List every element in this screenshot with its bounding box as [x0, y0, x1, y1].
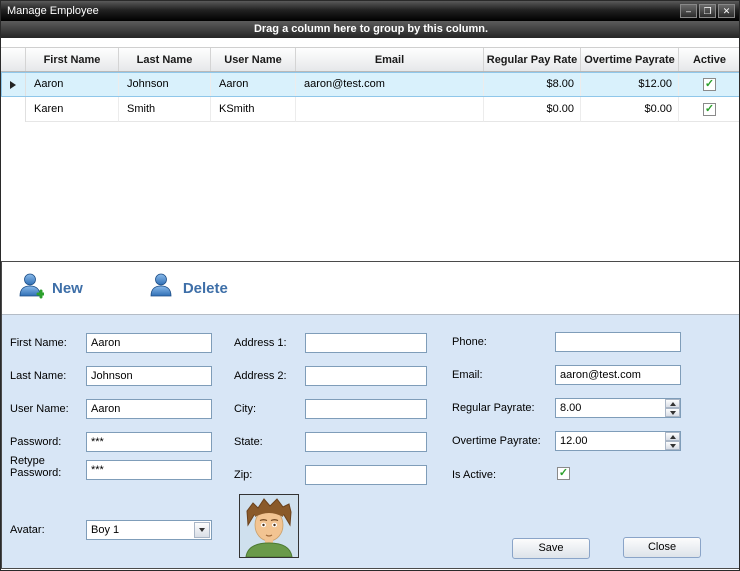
overtime-payrate-stepper — [555, 431, 681, 451]
column-header-email[interactable]: Email — [296, 48, 484, 71]
maximize-button[interactable]: ❐ — [699, 4, 716, 18]
user-name-field[interactable] — [86, 399, 212, 419]
state-field[interactable] — [305, 432, 427, 452]
state-label: State: — [234, 436, 263, 448]
retype-password-label: Retype Password: — [10, 455, 68, 479]
row-indicator — [1, 72, 26, 97]
column-header-user-name[interactable]: User Name — [211, 48, 296, 71]
spin-up-icon[interactable] — [665, 432, 680, 441]
address2-field[interactable] — [305, 366, 427, 386]
avatar-label: Avatar: — [10, 524, 45, 536]
row-indicator — [1, 97, 26, 122]
cell-user-name: Aaron — [211, 72, 296, 97]
city-label: City: — [234, 403, 256, 415]
active-checkbox[interactable] — [703, 103, 716, 116]
save-button[interactable]: Save — [512, 538, 590, 559]
cell-first-name: Karen — [26, 97, 119, 122]
email-label: Email: — [452, 369, 483, 381]
zip-field[interactable] — [305, 465, 427, 485]
password-label: Password: — [10, 436, 61, 448]
address1-field[interactable] — [305, 333, 427, 353]
new-button[interactable]: New — [18, 272, 83, 305]
table-row[interactable]: Karen Smith KSmith $0.00 $0.00 — [1, 97, 740, 122]
close-button[interactable]: ✕ — [718, 4, 735, 18]
column-header-last-name[interactable]: Last Name — [119, 48, 211, 71]
cell-active — [679, 72, 740, 97]
column-header-active[interactable]: Active — [679, 48, 740, 71]
last-name-field[interactable] — [86, 366, 212, 386]
cell-user-name: KSmith — [211, 97, 296, 122]
retype-password-field[interactable] — [86, 460, 212, 480]
cell-first-name: Aaron — [26, 72, 119, 97]
avatar-dropdown[interactable]: Boy 1 — [86, 520, 212, 540]
toolbar: New Delete — [2, 262, 740, 315]
spinner — [665, 399, 680, 417]
active-checkbox[interactable] — [703, 78, 716, 91]
delete-employee-icon — [149, 272, 175, 305]
delete-button-label: Delete — [183, 280, 228, 297]
selected-row-arrow-icon — [10, 81, 16, 89]
avatar-dropdown-value: Boy 1 — [91, 524, 119, 536]
window-controls: – ❐ ✕ — [680, 4, 735, 18]
new-button-label: New — [52, 280, 83, 297]
email-field[interactable] — [555, 365, 681, 385]
last-name-label: Last Name: — [10, 370, 66, 382]
spin-down-icon[interactable] — [665, 408, 680, 417]
cell-overtime-payrate: $12.00 — [581, 72, 679, 97]
address1-label: Address 1: — [234, 337, 287, 349]
cell-email — [296, 97, 484, 122]
spin-up-icon[interactable] — [665, 399, 680, 408]
minimize-button[interactable]: – — [680, 4, 697, 18]
city-field[interactable] — [305, 399, 427, 419]
cell-last-name: Smith — [119, 97, 211, 122]
first-name-label: First Name: — [10, 337, 67, 349]
regular-payrate-field[interactable] — [555, 398, 681, 418]
overtime-payrate-field[interactable] — [555, 431, 681, 451]
group-by-bar[interactable]: Drag a column here to group by this colu… — [1, 21, 740, 38]
manage-employee-window: Manage Employee – ❐ ✕ Drag a column here… — [0, 0, 740, 571]
close-button[interactable]: Close — [623, 537, 701, 558]
column-header-regular-pay-rate[interactable]: Regular Pay Rate — [484, 48, 581, 71]
zip-label: Zip: — [234, 469, 252, 481]
first-name-field[interactable] — [86, 333, 212, 353]
password-field[interactable] — [86, 432, 212, 452]
cell-email: aaron@test.com — [296, 72, 484, 97]
new-employee-icon — [18, 272, 44, 305]
address2-label: Address 2: — [234, 370, 287, 382]
delete-button[interactable]: Delete — [149, 272, 228, 305]
phone-label: Phone: — [452, 336, 487, 348]
regular-payrate-label: Regular Payrate: — [452, 402, 535, 414]
cell-regular-pay-rate: $0.00 — [484, 97, 581, 122]
header-gutter — [1, 48, 26, 71]
cell-regular-pay-rate: $8.00 — [484, 72, 581, 97]
regular-payrate-stepper — [555, 398, 681, 418]
user-name-label: User Name: — [10, 403, 69, 415]
is-active-label: Is Active: — [452, 469, 496, 481]
cell-overtime-payrate: $0.00 — [581, 97, 679, 122]
table-row-selected[interactable]: Aaron Johnson Aaron aaron@test.com $8.00… — [1, 72, 740, 97]
window-title: Manage Employee — [7, 5, 99, 17]
spinner — [665, 432, 680, 450]
titlebar: Manage Employee – ❐ ✕ — [1, 1, 740, 21]
overtime-payrate-label: Overtime Payrate: — [452, 435, 541, 447]
dropdown-arrow-icon[interactable] — [194, 522, 210, 538]
grid-header-row: First Name Last Name User Name Email Reg… — [1, 47, 740, 72]
column-header-first-name[interactable]: First Name — [26, 48, 119, 71]
is-active-checkbox[interactable] — [557, 467, 570, 480]
spin-down-icon[interactable] — [665, 441, 680, 450]
employee-detail-panel: New Delete First Name: Last Name: User N… — [1, 261, 740, 569]
avatar-image — [239, 494, 299, 558]
column-header-overtime-payrate[interactable]: Overtime Payrate — [581, 48, 679, 71]
cell-active — [679, 97, 740, 122]
cell-last-name: Johnson — [119, 72, 211, 97]
phone-field[interactable] — [555, 332, 681, 352]
